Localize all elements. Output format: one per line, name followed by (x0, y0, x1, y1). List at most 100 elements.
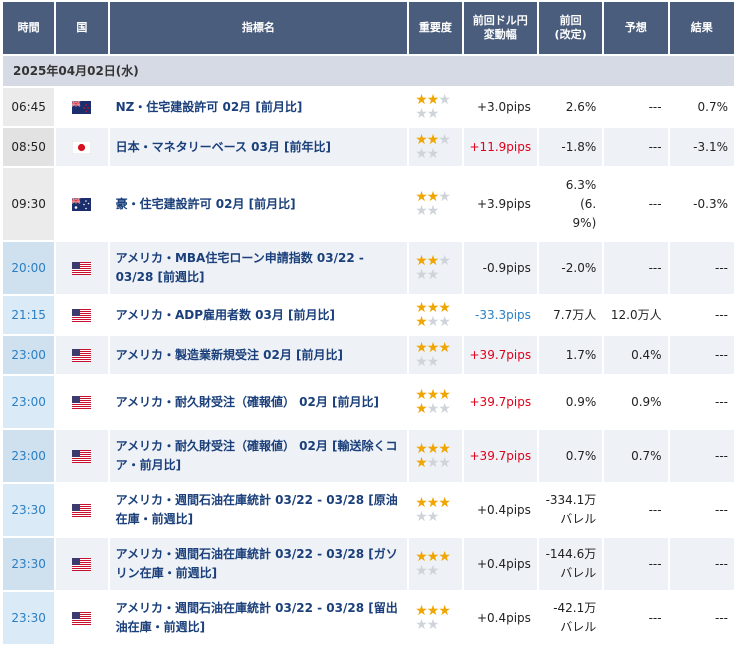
event-time: 21:15 (3, 296, 55, 334)
us-flag-icon (72, 261, 92, 275)
previous-value: -42.1万 バレル (538, 592, 603, 644)
forecast-value: --- (604, 168, 668, 240)
star-empty-icon: ★ (426, 563, 440, 579)
indicator-link[interactable]: アメリカ・耐久財受注（確報値） 02月 [前月比] (109, 376, 408, 428)
date-label: 2025年04月02日(水) (3, 56, 734, 86)
star-filled-icon: ★ (438, 340, 451, 356)
importance-stars: ★★★ ★★ (409, 88, 462, 126)
country-flag-cell (56, 592, 108, 644)
nz-flag-icon (71, 99, 92, 114)
indicator-link[interactable]: アメリカ・ADP雇用者数 03月 [前月比] (109, 296, 408, 334)
result-value: --- (669, 430, 734, 482)
star-row-2: ★★ (415, 204, 461, 218)
table-row: 06:45 NZ・住宅建設許可 02月 [前月比] ★★★ ★★ +3.0pips 2.6… (3, 88, 734, 126)
star-row-1: ★★★ (415, 93, 461, 107)
star-row-1: ★★★ (415, 190, 461, 204)
event-time: 08:50 (3, 128, 55, 166)
table-row: 23:30 アメリカ・週間石油在庫統計 03/22 - 03/28 [留出油在庫・… (3, 592, 734, 644)
forecast-value: --- (604, 242, 668, 294)
usdjpy-change: +39.7pips (463, 430, 537, 482)
usdjpy-change: +3.0pips (463, 88, 537, 126)
indicator-link[interactable]: 豪・住宅建設許可 02月 [前月比] (109, 168, 408, 240)
star-row-2: ★★★ (415, 402, 461, 416)
indicator-link[interactable]: アメリカ・耐久財受注（確報値） 02月 [輸送除くコア・前月比] (109, 430, 408, 482)
result-value: --- (669, 336, 734, 374)
table-row: 21:15 アメリカ・ADP雇用者数 03月 [前月比] ★★★ ★★★ -33.3pi… (3, 296, 734, 334)
star-row-2: ★★ (415, 355, 461, 369)
event-time: 06:45 (3, 88, 55, 126)
star-empty-icon: ★ (426, 354, 440, 370)
star-empty-icon: ★ (426, 203, 440, 219)
star-row-1: ★★★ (415, 496, 461, 510)
star-empty-icon: ★ (415, 203, 428, 219)
star-empty-icon: ★ (415, 563, 428, 579)
star-empty-icon: ★ (426, 106, 440, 122)
star-row-1: ★★★ (415, 301, 461, 315)
indicator-link[interactable]: アメリカ・週間石油在庫統計 03/22 - 03/28 [原油在庫・前週比] (109, 484, 408, 536)
indicator-link[interactable]: アメリカ・MBA住宅ローン申請指数 03/22 - 03/28 [前週比] (109, 242, 408, 294)
event-time: 23:00 (3, 336, 55, 374)
economic-calendar-table: 時間 国 指標名 重要度 前回ドル円 変動幅 前回 (改定) 予想 結果 2025年… (1, 0, 736, 646)
previous-value: 2.6% (538, 88, 603, 126)
usdjpy-change: +11.9pips (463, 128, 537, 166)
importance-stars: ★★★ ★★ (409, 242, 462, 294)
header-row: 時間 国 指標名 重要度 前回ドル円 変動幅 前回 (改定) 予想 結果 (3, 2, 734, 54)
importance-stars: ★★★ ★★★ (409, 376, 462, 428)
result-value: --- (669, 592, 734, 644)
country-flag-cell (56, 168, 108, 240)
indicator-link[interactable]: 日本・マネタリーベース 03月 [前年比] (109, 128, 408, 166)
header-change-line2: 変動幅 (483, 28, 517, 41)
indicator-link[interactable]: NZ・住宅建設許可 02月 [前月比] (109, 88, 408, 126)
indicator-link[interactable]: アメリカ・週間石油在庫統計 03/22 - 03/28 [留出油在庫・前週比] (109, 592, 408, 644)
country-flag-cell (56, 538, 108, 590)
importance-stars: ★★★ ★★ (409, 128, 462, 166)
star-empty-icon: ★ (438, 314, 451, 330)
star-empty-icon: ★ (438, 455, 451, 471)
country-flag-cell (56, 336, 108, 374)
star-empty-icon: ★ (438, 189, 451, 205)
country-flag-cell (56, 376, 108, 428)
star-empty-icon: ★ (415, 267, 428, 283)
indicator-link[interactable]: アメリカ・週間石油在庫統計 03/22 - 03/28 [ガソリン在庫・前週比] (109, 538, 408, 590)
star-empty-icon: ★ (415, 354, 428, 370)
us-flag-icon (72, 503, 92, 517)
result-value: --- (669, 376, 734, 428)
importance-stars: ★★★ ★★ (409, 538, 462, 590)
event-time: 20:00 (3, 242, 55, 294)
table-row: 23:30 アメリカ・週間石油在庫統計 03/22 - 03/28 [原油在庫・前… (3, 484, 734, 536)
result-value: --- (669, 242, 734, 294)
header-result: 結果 (669, 2, 734, 54)
star-empty-icon: ★ (415, 617, 428, 633)
star-empty-icon: ★ (426, 146, 440, 162)
country-flag-cell (56, 128, 108, 166)
us-flag-icon (72, 611, 92, 625)
table-row: 20:00 アメリカ・MBA住宅ローン申請指数 03/22 - 03/28 [前週… (3, 242, 734, 294)
forecast-value: --- (604, 592, 668, 644)
star-filled-icon: ★ (438, 549, 451, 565)
event-time: 23:30 (3, 592, 55, 644)
table-row: 23:00 アメリカ・耐久財受注（確報値） 02月 [輸送除くコア・前月比] ★★★… (3, 430, 734, 482)
table-row: 23:00 アメリカ・製造業新規受注 02月 [前月比] ★★★ ★★ +39.7pip… (3, 336, 734, 374)
star-row-1: ★★★ (415, 388, 461, 402)
country-flag-cell (56, 484, 108, 536)
date-row: 2025年04月02日(水) (3, 56, 734, 86)
star-row-1: ★★★ (415, 604, 461, 618)
indicator-link[interactable]: アメリカ・製造業新規受注 02月 [前月比] (109, 336, 408, 374)
result-value: --- (669, 538, 734, 590)
star-row-1: ★★★ (415, 133, 461, 147)
importance-stars: ★★★ ★★ (409, 484, 462, 536)
previous-value: -334.1万 バレル (538, 484, 603, 536)
us-flag-icon (72, 557, 92, 571)
star-row-2: ★★★ (415, 315, 461, 329)
event-time: 23:30 (3, 484, 55, 536)
us-flag-icon (72, 348, 92, 362)
previous-value: 7.7万人 (538, 296, 603, 334)
table-row: 08:50 日本・マネタリーベース 03月 [前年比] ★★★ ★★ +11.9pips… (3, 128, 734, 166)
au-flag-icon (71, 196, 92, 211)
table-row: 09:30 豪・住宅建設許可 02月 [前月比] ★★★ ★★ +3.9pips 6.3%… (3, 168, 734, 240)
star-empty-icon: ★ (438, 401, 451, 417)
star-row-2: ★★ (415, 268, 461, 282)
table-row: 23:00 アメリカ・耐久財受注（確報値） 02月 [前月比] ★★★ ★★★ +39.… (3, 376, 734, 428)
forecast-value: --- (604, 128, 668, 166)
event-time: 09:30 (3, 168, 55, 240)
